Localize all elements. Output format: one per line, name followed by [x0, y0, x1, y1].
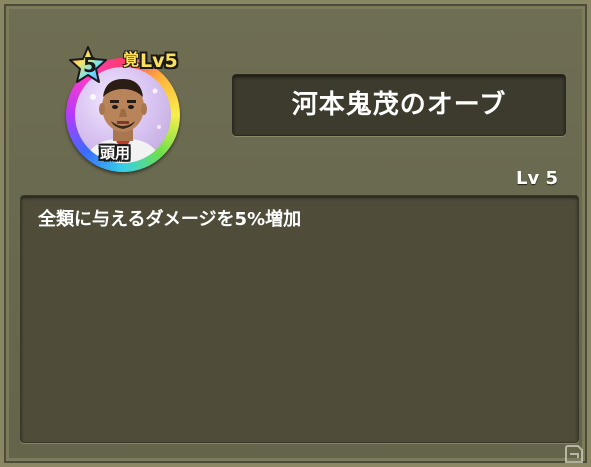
effect-description-box: 全類に与えるダメージを5%増加 — [20, 195, 579, 443]
rarity-level: 5 — [83, 53, 97, 77]
orb-level-badge: Lv5 — [140, 50, 178, 72]
site-logo-icon — [565, 445, 583, 463]
effect-description: 全類に与えるダメージを5%増加 — [38, 209, 302, 230]
level-label: Lv 5 — [516, 168, 558, 189]
orb-name: 河本鬼茂のオーブ — [291, 90, 507, 120]
awakened-mark: 覚 — [123, 50, 140, 69]
name-plate: 河本鬼茂のオーブ — [232, 74, 566, 136]
orb-detail-panel: 5 覚 Lv5 頭用 河本鬼茂のオーブ Lv 5 全類に与えるダメージを5%増加 — [0, 0, 591, 467]
slot-label: 頭用 — [100, 144, 131, 162]
